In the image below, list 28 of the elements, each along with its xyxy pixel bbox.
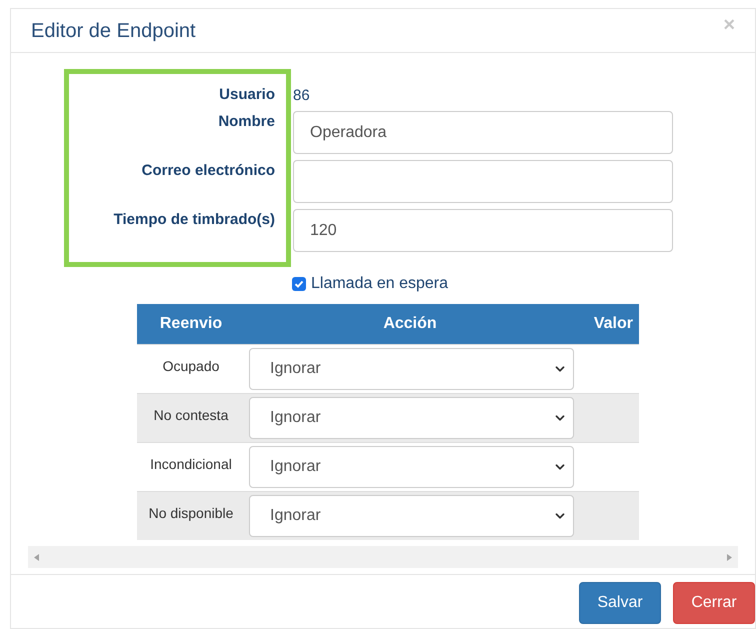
table-cell-text: Ocupado: [162, 356, 220, 376]
input-field[interactable]: Operadora: [293, 111, 673, 154]
input-field[interactable]: [293, 160, 673, 203]
checkbox[interactable]: [292, 277, 306, 291]
select-field[interactable]: Ignorar: [249, 495, 574, 537]
field-label: Tiempo de timbrado(s): [114, 211, 275, 228]
dialog-button[interactable]: Cerrar: [673, 582, 755, 624]
select-field[interactable]: Ignorar: [249, 348, 574, 390]
checkbox-label: Llamada en espera: [311, 274, 448, 294]
field-label: Usuario: [219, 86, 275, 103]
input-field[interactable]: 120: [293, 209, 673, 252]
field-label: Nombre: [218, 113, 275, 130]
table-cell-text: No disponible: [148, 504, 234, 523]
select-field[interactable]: Ignorar: [249, 446, 574, 488]
column-header: Reenvio: [158, 314, 224, 334]
column-header: Valor: [592, 314, 634, 334]
user-value: 86: [293, 87, 310, 104]
table-cell-text: No contesta: [152, 406, 230, 424]
dialog-button[interactable]: Salvar: [579, 582, 661, 624]
scroll-right-icon[interactable]: [727, 554, 732, 560]
table-cell-text: Incondicional: [149, 454, 233, 474]
dialog-title: Editor de Endpoint: [31, 18, 196, 44]
scroll-left-icon[interactable]: [34, 554, 39, 560]
column-header: Acción: [382, 314, 438, 334]
check-icon: [294, 279, 304, 289]
horizontal-scrollbar[interactable]: [28, 546, 738, 568]
select-field[interactable]: Ignorar: [249, 397, 574, 439]
field-label: Correo electrónico: [142, 162, 275, 179]
